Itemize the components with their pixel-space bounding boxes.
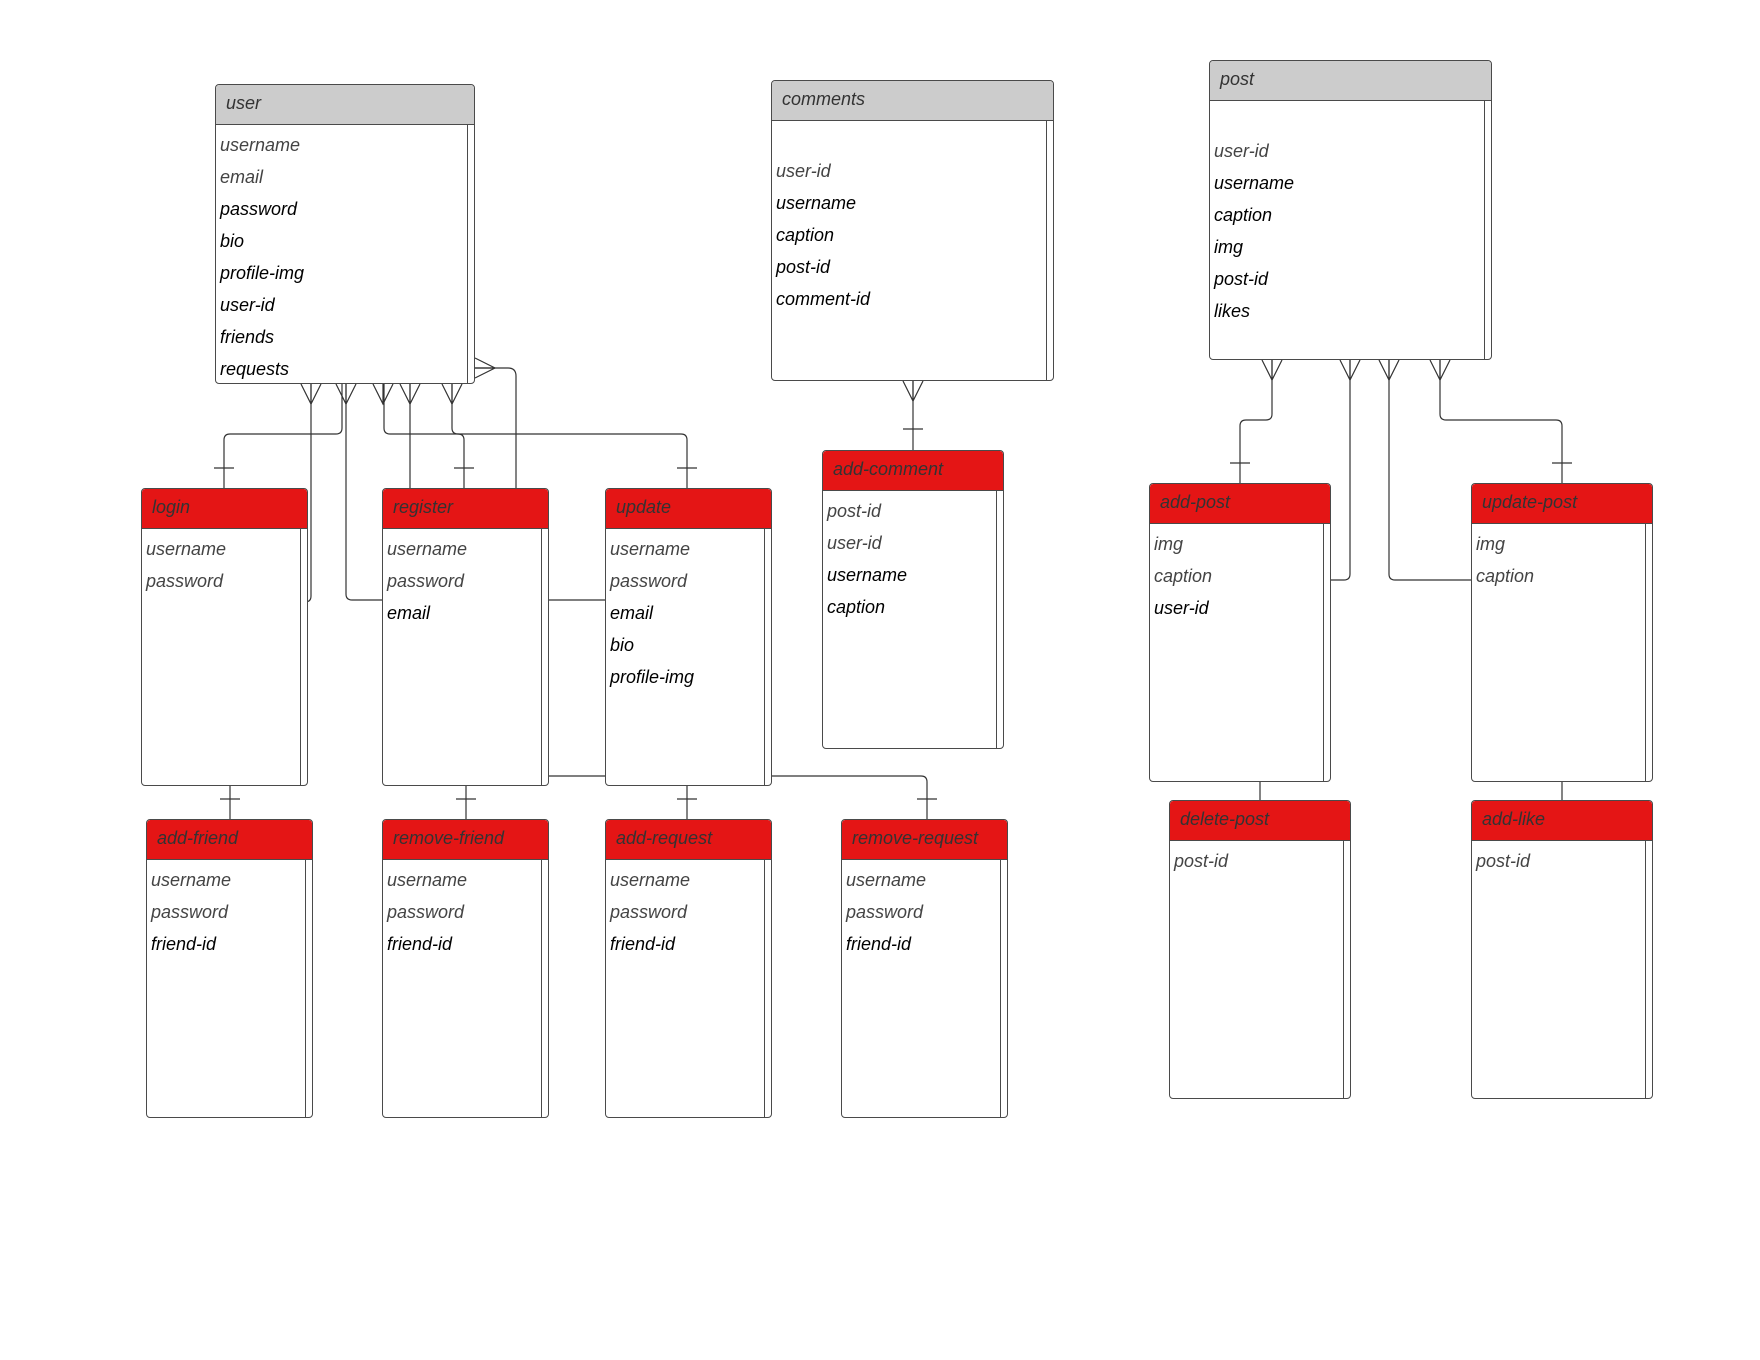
entity-user[interactable]: user username email password bio profile… bbox=[215, 84, 475, 384]
field: username bbox=[151, 870, 232, 890]
field: bio bbox=[610, 635, 635, 655]
field: username bbox=[846, 870, 927, 890]
entity-register-title: register bbox=[383, 489, 548, 529]
entity-add-like[interactable]: add-like post-id bbox=[1471, 800, 1653, 1099]
field: username bbox=[387, 539, 468, 559]
field: email bbox=[387, 603, 431, 623]
entity-remove-friend[interactable]: remove-friend username password friend-i… bbox=[382, 819, 549, 1118]
entity-add-comment[interactable]: add-comment post-id user-id username cap… bbox=[822, 450, 1004, 749]
field: post-id bbox=[1214, 269, 1269, 289]
field: username bbox=[220, 135, 301, 155]
crowfoot-post-3 bbox=[1378, 359, 1400, 382]
field: img bbox=[1476, 534, 1506, 554]
entity-update[interactable]: update username password email bio profi… bbox=[605, 488, 772, 786]
entity-login-title: login bbox=[142, 489, 307, 529]
field: friend-id bbox=[846, 934, 912, 954]
field: username bbox=[776, 193, 857, 213]
field: email bbox=[220, 167, 264, 187]
entity-add-friend[interactable]: add-friend username password friend-id bbox=[146, 819, 313, 1118]
entity-register[interactable]: register username password email bbox=[382, 488, 549, 786]
field: img bbox=[1214, 237, 1244, 257]
crowfoot-user-5 bbox=[441, 383, 463, 406]
field: profile-img bbox=[220, 263, 305, 283]
crowfoot-user-4 bbox=[399, 383, 421, 406]
crowfoot-user-6 bbox=[474, 357, 497, 379]
field: comment-id bbox=[776, 289, 871, 309]
field: friends bbox=[220, 327, 275, 347]
field: username bbox=[1214, 173, 1295, 193]
field: password bbox=[846, 902, 924, 922]
entity-post-title: post bbox=[1210, 61, 1491, 101]
field: friend-id bbox=[610, 934, 676, 954]
entity-add-post-title: add-post bbox=[1150, 484, 1330, 524]
entity-add-like-title: add-like bbox=[1472, 801, 1652, 841]
crowfoot-user-3 bbox=[372, 383, 394, 406]
field: friend-id bbox=[151, 934, 217, 954]
field: bio bbox=[220, 231, 245, 251]
field: password bbox=[146, 571, 224, 591]
rel-user-update bbox=[451, 384, 688, 488]
entity-delete-post[interactable]: delete-post post-id bbox=[1169, 800, 1351, 1099]
field: password bbox=[610, 902, 688, 922]
entity-add-comment-title: add-comment bbox=[823, 451, 1003, 491]
field: caption bbox=[1214, 205, 1273, 225]
field: username bbox=[827, 565, 908, 585]
field: password bbox=[387, 902, 465, 922]
entity-login[interactable]: login username password bbox=[141, 488, 308, 786]
entity-update-post-title: update-post bbox=[1472, 484, 1652, 524]
crowfoot-post-1 bbox=[1261, 359, 1283, 382]
field: username bbox=[146, 539, 227, 559]
rel-user-register bbox=[383, 384, 465, 488]
field: requests bbox=[220, 359, 290, 379]
entity-comments-title: comments bbox=[772, 81, 1053, 121]
entity-remove-friend-title: remove-friend bbox=[383, 820, 548, 860]
field: user-id bbox=[220, 295, 275, 315]
entity-add-friend-title: add-friend bbox=[147, 820, 312, 860]
rel-post-add-post bbox=[1239, 360, 1273, 483]
field: friend-id bbox=[387, 934, 453, 954]
field: username bbox=[387, 870, 468, 890]
field: user-id bbox=[1214, 141, 1269, 161]
entity-user-title: user bbox=[216, 85, 474, 125]
field: user-id bbox=[827, 533, 882, 553]
field: password bbox=[151, 902, 229, 922]
field: caption bbox=[827, 597, 886, 617]
field: caption bbox=[776, 225, 835, 245]
crowfoot-user-2 bbox=[335, 383, 357, 406]
rel-post-update-post bbox=[1439, 360, 1563, 483]
field: profile-img bbox=[610, 667, 695, 687]
crowfoot-post-2 bbox=[1339, 359, 1361, 382]
field: post-id bbox=[1174, 851, 1229, 871]
entity-add-request-title: add-request bbox=[606, 820, 771, 860]
field: password bbox=[220, 199, 298, 219]
field: post-id bbox=[1476, 851, 1531, 871]
field: username bbox=[610, 539, 691, 559]
crowfoot-user-1 bbox=[300, 383, 322, 406]
field: user-id bbox=[1154, 598, 1209, 618]
crowfoot-comments bbox=[902, 380, 924, 403]
crowfoot-post-4 bbox=[1429, 359, 1451, 382]
entity-remove-request[interactable]: remove-request username password friend-… bbox=[841, 819, 1008, 1118]
field: img bbox=[1154, 534, 1184, 554]
entity-remove-request-title: remove-request bbox=[842, 820, 1007, 860]
entity-add-request[interactable]: add-request username password friend-id bbox=[605, 819, 772, 1118]
entity-update-post[interactable]: update-post img caption bbox=[1471, 483, 1653, 782]
field: username bbox=[610, 870, 691, 890]
field: password bbox=[610, 571, 688, 591]
entity-add-post[interactable]: add-post img caption user-id bbox=[1149, 483, 1331, 782]
field: caption bbox=[1476, 566, 1535, 586]
field: post-id bbox=[827, 501, 882, 521]
entity-post[interactable]: post user-id username caption img post-i… bbox=[1209, 60, 1492, 360]
entity-update-title: update bbox=[606, 489, 771, 529]
field: caption bbox=[1154, 566, 1213, 586]
field: email bbox=[610, 603, 654, 623]
rel-user-login bbox=[223, 384, 343, 488]
field: password bbox=[387, 571, 465, 591]
field: likes bbox=[1214, 301, 1251, 321]
field: post-id bbox=[776, 257, 831, 277]
entity-delete-post-title: delete-post bbox=[1170, 801, 1350, 841]
entity-comments[interactable]: comments user-id username caption post-i… bbox=[771, 80, 1054, 381]
field: user-id bbox=[776, 161, 831, 181]
